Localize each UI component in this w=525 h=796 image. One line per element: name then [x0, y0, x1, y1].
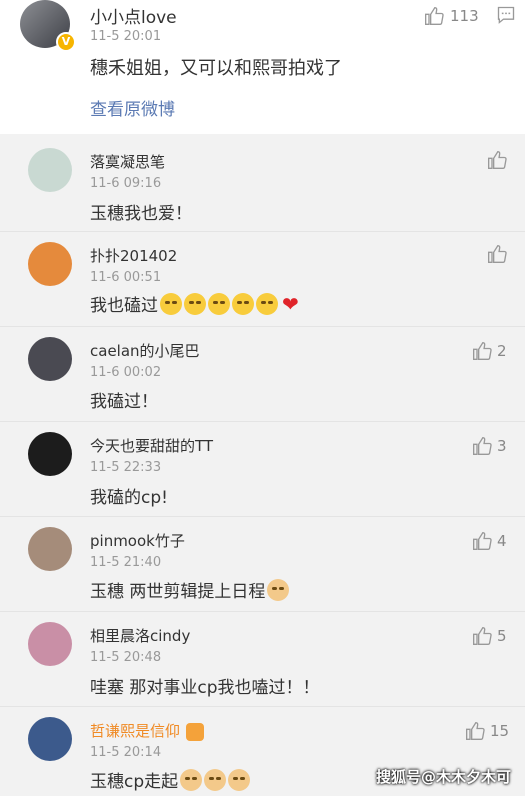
list-item: pinmook竹子 11-5 21:40 玉穗 两世剪辑提上日程 4 — [0, 517, 525, 612]
thumbs-up-icon — [488, 150, 507, 169]
crying-emoji-icon — [232, 292, 254, 315]
list-item: 今天也要甜甜的TT 11-5 22:33 我磕的cp! 3 — [0, 422, 525, 517]
like-button[interactable]: 2 — [472, 341, 507, 361]
comment-text: 我磕的cp! — [90, 488, 168, 508]
avatar[interactable] — [28, 527, 72, 571]
thumbs-up-icon — [473, 341, 492, 360]
list-item: 扑扑201402 11-6 00:51 我也磕过 ❤ — [0, 232, 525, 327]
doge-emoji-icon — [267, 578, 290, 601]
commenter-name[interactable]: caelan的小尾巴 — [90, 340, 200, 361]
comment-button[interactable] — [496, 5, 516, 29]
comment-text: 玉穗cp走起 — [90, 767, 251, 792]
comment-text: 哇塞 那对事业cp我也嗑过！！ — [90, 678, 320, 698]
crying-emoji-icon — [208, 292, 230, 315]
avatar[interactable] — [28, 337, 72, 381]
list-item: 落寞凝思笔 11-6 09:16 玉穗我也爱！ — [0, 138, 525, 232]
like-button[interactable]: 3 — [472, 436, 507, 456]
thumbs-up-icon — [473, 531, 492, 550]
crying-emoji-icon — [160, 292, 182, 315]
like-count: 5 — [497, 627, 507, 645]
thumbs-up-icon — [488, 244, 507, 263]
avatar[interactable] — [28, 622, 72, 666]
comment-text: 玉穗我也爱！ — [90, 204, 192, 224]
like-count: 113 — [450, 7, 479, 25]
fan-badge-icon — [186, 722, 205, 741]
doge-emoji-icon — [204, 768, 227, 791]
post-time: 11-5 20:01 — [90, 29, 162, 44]
commenter-name[interactable]: 哲谦熙是信仰 — [90, 720, 205, 741]
like-button[interactable]: 15 — [465, 721, 509, 741]
comment-icon — [497, 6, 515, 24]
like-count: 2 — [497, 342, 507, 360]
watermark: 搜狐号@木木夕木可 — [375, 768, 511, 786]
commenter-name[interactable]: 扑扑201402 — [90, 245, 177, 266]
like-button[interactable]: 4 — [472, 531, 507, 551]
doge-emoji-icon — [180, 768, 203, 791]
like-count: 3 — [497, 437, 507, 455]
comment-time: 11-5 20:48 — [90, 650, 162, 665]
commenter-name[interactable]: 落寞凝思笔 — [90, 151, 165, 172]
commenter-name[interactable]: 今天也要甜甜的TT — [90, 435, 213, 456]
avatar[interactable] — [28, 717, 72, 761]
post-text: 穗禾姐姐，又可以和熙哥拍戏了 — [90, 58, 342, 79]
thumbs-up-icon — [473, 436, 492, 455]
comment-time: 11-5 20:14 — [90, 745, 162, 760]
avatar[interactable] — [28, 148, 72, 192]
like-button[interactable] — [487, 150, 507, 170]
commenter-name[interactable]: pinmook竹子 — [90, 530, 185, 551]
thumbs-up-icon — [473, 626, 492, 645]
list-item: caelan的小尾巴 11-6 00:02 我磕过！ 2 — [0, 327, 525, 422]
doge-emoji-icon — [228, 768, 251, 791]
like-button[interactable] — [487, 244, 507, 264]
post-username[interactable]: 小小点love — [90, 3, 177, 28]
view-original-link[interactable]: 查看原微博 — [90, 95, 175, 120]
main-post: V 小小点love 11-5 20:01 穗禾姐姐，又可以和熙哥拍戏了 查看原微… — [0, 0, 525, 134]
comment-text: 我磕过！ — [90, 392, 158, 412]
comment-time: 11-6 09:16 — [90, 176, 162, 191]
crying-emoji-icon — [184, 292, 206, 315]
comment-text: 玉穗 两世剪辑提上日程 — [90, 577, 290, 602]
thumbs-up-icon — [466, 721, 485, 740]
like-count: 15 — [490, 722, 510, 740]
thumbs-up-icon — [425, 6, 444, 25]
comment-time: 11-6 00:02 — [90, 365, 162, 380]
comment-time: 11-5 22:33 — [90, 460, 162, 475]
commenter-name[interactable]: 相里晨洛cindy — [90, 625, 190, 646]
avatar[interactable] — [28, 242, 72, 286]
heart-icon: ❤ — [282, 291, 299, 316]
like-button[interactable]: 5 — [472, 626, 507, 646]
avatar[interactable] — [28, 432, 72, 476]
like-count: 4 — [497, 532, 507, 550]
vip-badge: V — [56, 32, 76, 52]
crying-emoji-icon — [256, 292, 278, 315]
comment-time: 11-6 00:51 — [90, 270, 162, 285]
comment-time: 11-5 21:40 — [90, 555, 162, 570]
list-item: 相里晨洛cindy 11-5 20:48 哇塞 那对事业cp我也嗑过！！ 5 — [0, 612, 525, 707]
like-button[interactable]: 113 — [424, 6, 479, 26]
comment-text: 我也磕过 ❤ — [90, 291, 299, 317]
